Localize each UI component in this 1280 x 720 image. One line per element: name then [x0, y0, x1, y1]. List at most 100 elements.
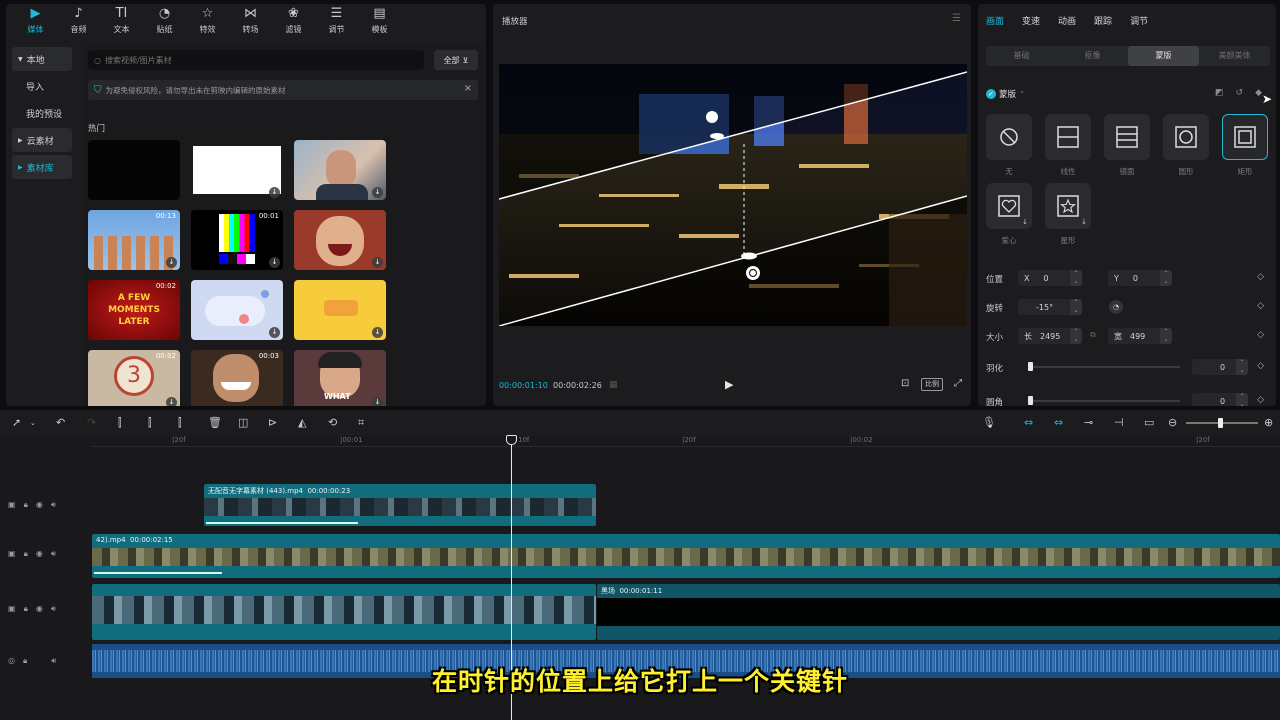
invert-icon[interactable]: ◩ [1215, 88, 1224, 98]
fullscreen-icon[interactable]: ⤢ [954, 378, 962, 389]
mask-circle[interactable] [1163, 114, 1209, 160]
stepper-icon[interactable]: ⌃ ⌄ [1160, 328, 1172, 344]
play-button[interactable]: ▶ [725, 378, 733, 391]
close-icon[interactable]: × [464, 83, 472, 94]
zoom-slider-knob[interactable] [1218, 418, 1223, 428]
tab-tracking[interactable]: 跟踪 [1094, 14, 1112, 27]
size-height-field[interactable]: 宽 499 ⌃ ⌄ [1108, 328, 1172, 344]
download-icon[interactable]: ↓ [269, 257, 280, 268]
delete-icon[interactable]: 🗑 [208, 416, 222, 429]
volume-icon[interactable]: 🔊︎ [51, 500, 56, 510]
track-cover-icon[interactable]: ▣ [8, 500, 16, 510]
stepper-icon[interactable]: ⌃ ⌄ [1236, 359, 1248, 375]
sidebar-item-import[interactable]: 导入 [12, 74, 72, 98]
sidebar-item-library[interactable]: ▶ 素材库 [12, 155, 72, 179]
keyframe-icon[interactable]: ◇ [1257, 361, 1264, 371]
download-icon[interactable]: ↓ [372, 257, 383, 268]
filter-button[interactable]: 全部 ⊻ [434, 50, 478, 70]
subtab-chroma[interactable]: 抠像 [1057, 46, 1128, 66]
corner-slider[interactable] [1030, 400, 1180, 402]
download-icon[interactable]: ↓ [372, 327, 383, 338]
position-x-field[interactable]: X 0 ⌃ ⌄ [1018, 270, 1082, 286]
volume-icon[interactable]: 🔊︎ [51, 604, 56, 614]
crop-icon[interactable]: ⌗ [358, 416, 364, 430]
lock-icon[interactable]: 🔒︎ [24, 500, 28, 510]
download-icon[interactable]: ↓ [372, 187, 383, 198]
stepper-icon[interactable]: ⌃ ⌄ [1236, 393, 1248, 406]
track-cover-icon[interactable]: ▣ [8, 604, 16, 614]
mask-linear[interactable] [1045, 114, 1091, 160]
media-thumb[interactable]: 00:01 ↓ [191, 210, 283, 270]
search-input[interactable] [104, 55, 405, 65]
split-left-icon[interactable]: ⫿ [148, 416, 152, 430]
lock-icon[interactable]: 🔒︎ [24, 604, 28, 614]
stepper-icon[interactable]: ⌃ ⌄ [1160, 270, 1172, 286]
subtab-beauty[interactable]: 美颜美体 [1199, 46, 1270, 66]
media-thumb[interactable]: WHAT ↓ [294, 350, 386, 406]
black-clip[interactable]: 黑场 00:00:01:11 [597, 584, 1280, 640]
undo-icon[interactable]: ↶ [56, 416, 65, 429]
link-icon[interactable]: ⊸ [1084, 416, 1093, 429]
media-thumb[interactable]: A FEW MOMENTS LATER 00:02 [88, 280, 180, 340]
search-box[interactable]: ○ [88, 50, 424, 70]
tab-effects[interactable]: ☆ 特效 [186, 4, 229, 38]
caret-icon[interactable]: ⌃ [1019, 90, 1025, 98]
freeze-icon[interactable]: ◫ [238, 416, 248, 429]
select-tool-icon[interactable]: ➚ [12, 416, 21, 429]
sidebar-item-cloud[interactable]: ▶ 云素材 [12, 128, 72, 152]
media-thumb[interactable] [88, 140, 180, 200]
video-clip[interactable]: 无配音无字幕素材 (443).mp4 00:00:00:23 [204, 484, 596, 526]
checkbox-icon[interactable]: ✓ [986, 89, 996, 99]
split-right-icon[interactable]: ⫿ [178, 416, 182, 430]
eye-icon[interactable]: ◉ [36, 500, 43, 510]
media-thumb[interactable]: 3 00:02 ↓ [88, 350, 180, 406]
rotate-icon[interactable]: ⟲ [328, 416, 337, 429]
auto-snap-icon[interactable]: ⇔ [1054, 416, 1063, 429]
link-icon[interactable]: ⧉ [1090, 330, 1096, 340]
feather-slider-knob[interactable] [1028, 362, 1033, 371]
thumbnail-icon[interactable]: ▭ [1144, 416, 1154, 429]
mask-star[interactable]: ↓ [1045, 183, 1091, 229]
redo-icon[interactable]: ↷ [87, 416, 96, 429]
tab-audio[interactable]: ♪ 音频 [57, 4, 100, 38]
subtab-basic[interactable]: 基础 [986, 46, 1057, 66]
sidebar-item-presets[interactable]: 我的预设 [12, 101, 72, 125]
tab-picture[interactable]: 画面 [986, 14, 1004, 27]
tab-adjust[interactable]: ☰ 调节 [315, 4, 358, 38]
tab-speed[interactable]: 变速 [1022, 14, 1040, 27]
reset-icon[interactable]: ↺ [1236, 88, 1244, 98]
zoom-in-icon[interactable]: ⊕ [1264, 416, 1273, 429]
feather-field[interactable]: 0 ⌃ ⌄ [1192, 359, 1248, 375]
media-thumb[interactable]: ↓ [294, 140, 386, 200]
media-thumb[interactable]: ↓ [191, 280, 283, 340]
download-icon[interactable]: ↓ [1022, 218, 1028, 226]
stepper-icon[interactable]: ⌃ ⌄ [1070, 270, 1082, 286]
tab-adjust[interactable]: 调节 [1130, 14, 1148, 27]
feather-slider[interactable] [1030, 366, 1180, 368]
playhead-handle[interactable] [506, 435, 517, 445]
mirror-icon[interactable]: ◭ [298, 416, 306, 429]
zoom-out-icon[interactable]: ⊖ [1168, 416, 1177, 429]
timeline-icon[interactable]: ▦ [609, 380, 618, 390]
fit-icon[interactable]: ⊡ [901, 378, 909, 389]
tab-sticker[interactable]: ◔ 贴纸 [143, 4, 186, 38]
eye-icon[interactable]: ◉ [36, 604, 43, 614]
main-track-magnet-icon[interactable]: ⇔ [1024, 416, 1033, 429]
video-preview[interactable] [499, 64, 967, 326]
play-range-icon[interactable]: ⊳ [268, 416, 277, 429]
download-icon[interactable]: ↓ [166, 257, 177, 268]
media-thumb[interactable]: 00:03 [191, 350, 283, 406]
keyframe-icon[interactable]: ◇ [1257, 330, 1264, 340]
download-icon[interactable]: ↓ [166, 397, 177, 406]
media-thumb[interactable]: ↓ [294, 210, 386, 270]
keyframe-icon[interactable]: ◇ [1257, 272, 1264, 282]
preview-axis-icon[interactable]: ⊣ [1114, 416, 1124, 429]
subtab-mask[interactable]: 蒙版 [1128, 46, 1199, 66]
menu-icon[interactable]: ☰ [952, 13, 961, 24]
size-width-field[interactable]: 长 2495 ⌃ ⌄ [1018, 328, 1082, 344]
corner-slider-knob[interactable] [1028, 396, 1033, 405]
tab-animation[interactable]: 动画 [1058, 14, 1076, 27]
mask-mirror[interactable] [1104, 114, 1150, 160]
chevron-down-icon[interactable]: ⌄ [30, 419, 36, 427]
rotate-dial-icon[interactable]: ◔ [1109, 300, 1123, 314]
